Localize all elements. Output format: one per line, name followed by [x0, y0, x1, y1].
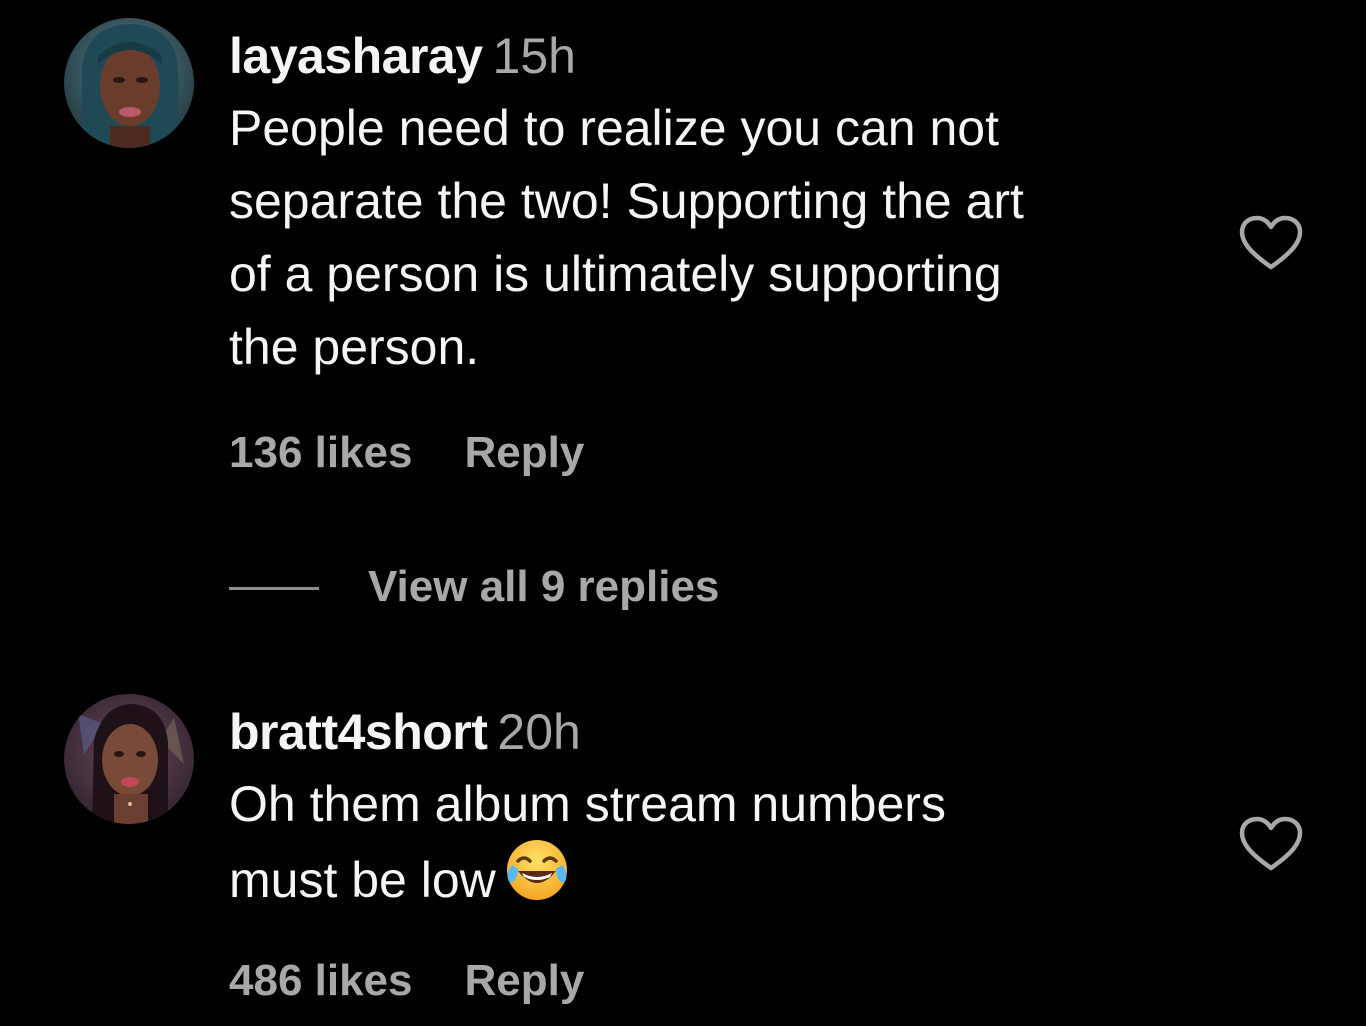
comment-text-line: of a person is ultimately supporting [229, 246, 1002, 302]
reply-button[interactable]: Reply [465, 428, 585, 477]
username-link[interactable]: layasharay [229, 28, 483, 84]
comment-meta: 486 likes Reply [229, 956, 584, 1006]
comment-text-line: must be low [229, 852, 496, 909]
reply-button[interactable]: Reply [465, 956, 585, 1005]
comment-timestamp: 15h [492, 28, 576, 84]
comment-body: layasharay 15h People need to realize you… [229, 24, 1219, 384]
comment-text-line-with-emoji: must be low [229, 840, 1219, 927]
view-replies-label: View all 9 replies [368, 562, 720, 611]
comment-text-line: People need to realize you can not [229, 100, 999, 156]
comment-item: layasharay 15h People need to realize you… [0, 0, 1366, 640]
avatar-image [64, 694, 194, 824]
avatar[interactable] [64, 694, 194, 824]
likes-count[interactable]: 136 likes [229, 428, 413, 477]
comment-text-line: Oh them album stream numbers [229, 776, 946, 832]
comment-item: bratt4short 20h Oh them album stream numb… [0, 660, 1366, 1026]
heart-icon [1239, 816, 1303, 871]
like-heart-icon[interactable] [1238, 815, 1304, 873]
comment-header: layasharay 15h [229, 24, 1219, 88]
replies-divider-line [229, 587, 319, 590]
likes-count[interactable]: 486 likes [229, 956, 413, 1005]
comment-meta: 136 likes Reply [229, 428, 584, 478]
face-with-tears-of-joy-icon [504, 837, 570, 923]
comment-timestamp: 20h [497, 704, 581, 760]
comment-header: bratt4short 20h [229, 700, 1219, 764]
like-heart-icon[interactable] [1238, 214, 1304, 272]
comment-text-line: the person. [229, 319, 480, 375]
username-link[interactable]: bratt4short [229, 704, 488, 760]
avatar[interactable] [64, 18, 194, 148]
comment-text: Oh them album stream numbers must be low [229, 768, 1219, 927]
avatar-image [64, 18, 194, 148]
comment-text-line: separate the two! Supporting the art [229, 173, 1024, 229]
comment-body: bratt4short 20h Oh them album stream numb… [229, 700, 1219, 927]
comment-text: People need to realize you can not separ… [229, 92, 1219, 384]
heart-icon [1239, 215, 1303, 270]
